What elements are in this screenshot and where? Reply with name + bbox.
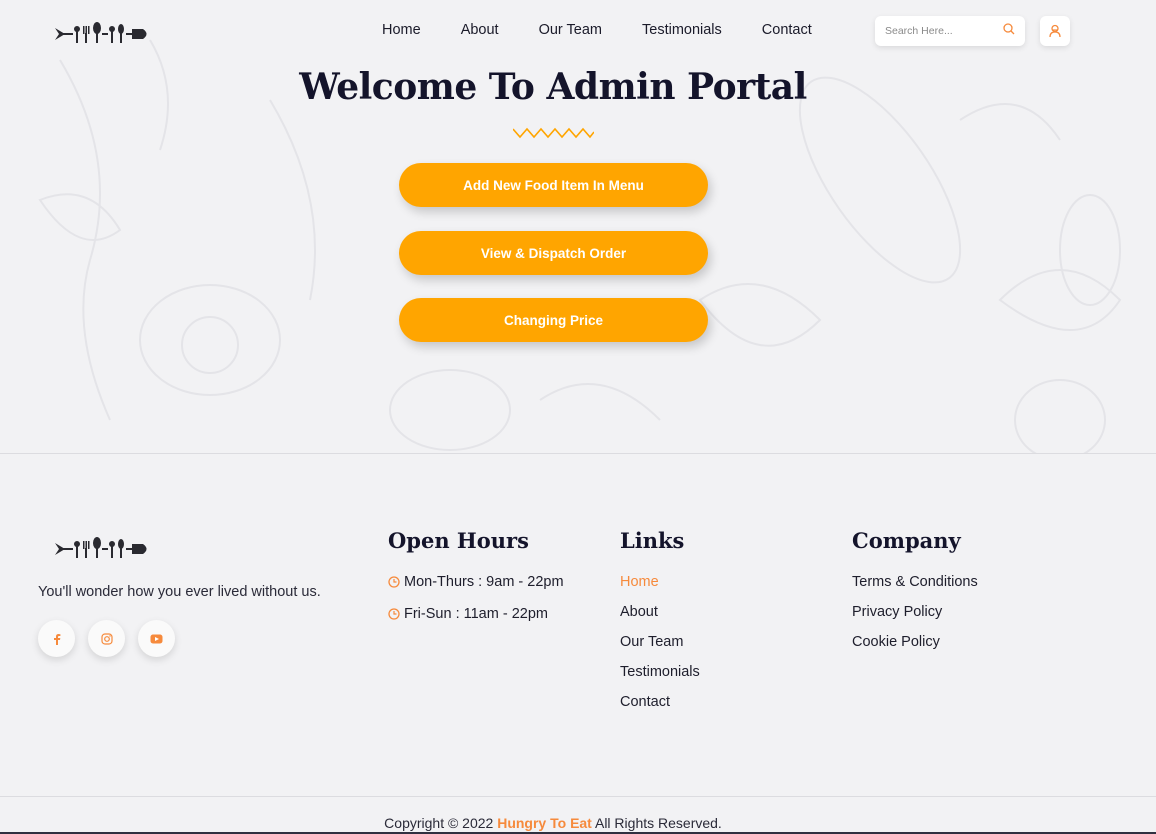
- nav-about[interactable]: About: [461, 21, 499, 39]
- footer-tagline: You'll wonder how you ever lived without…: [38, 584, 321, 600]
- footer-divider: [0, 453, 1156, 454]
- nav-contact[interactable]: Contact: [762, 21, 812, 39]
- footer-link-our-team[interactable]: Our Team: [620, 634, 700, 664]
- company-links-list: Terms & Conditions Privacy Policy Cookie…: [852, 574, 978, 664]
- clock-icon: [388, 576, 400, 588]
- list-item: Mon-Thurs : 9am - 22pm: [388, 566, 564, 598]
- page-title: Welcome To Admin Portal: [299, 66, 807, 108]
- copyright-suffix: All Rights Reserved.: [594, 815, 722, 831]
- hours-text: Fri-Sun : 11am - 22pm: [404, 605, 548, 622]
- logo-icon: [55, 537, 147, 558]
- facebook-link[interactable]: [38, 620, 75, 657]
- search-icon[interactable]: [1003, 22, 1015, 40]
- youtube-icon: [150, 634, 163, 643]
- footer-link-contact[interactable]: Contact: [620, 694, 700, 724]
- open-hours-list: Mon-Thurs : 9am - 22pm Fri-Sun : 11am - …: [388, 566, 564, 630]
- hours-text: Mon-Thurs : 9am - 22pm: [404, 573, 564, 590]
- main-nav: Home About Our Team Testimonials Contact: [382, 21, 852, 39]
- search-box: [875, 16, 1025, 46]
- youtube-link[interactable]: [138, 620, 175, 657]
- copyright-divider: [0, 796, 1156, 797]
- footer-link-home[interactable]: Home: [620, 574, 700, 604]
- footer-links-list: Home About Our Team Testimonials Contact: [620, 574, 700, 724]
- facebook-icon: [53, 633, 60, 645]
- instagram-icon: [100, 632, 113, 645]
- changing-price-button[interactable]: Changing Price: [399, 298, 708, 342]
- instagram-link[interactable]: [88, 620, 125, 657]
- footer-logo[interactable]: [55, 535, 150, 563]
- footer-link-testimonials[interactable]: Testimonials: [620, 664, 700, 694]
- nav-home[interactable]: Home: [382, 21, 421, 39]
- brand-link[interactable]: Hungry To Eat: [497, 815, 592, 831]
- zigzag-decoration: [513, 127, 594, 139]
- add-food-item-button[interactable]: Add New Food Item In Menu: [399, 163, 708, 207]
- footer-link-about[interactable]: About: [620, 604, 700, 634]
- footer-link-terms[interactable]: Terms & Conditions: [852, 574, 978, 604]
- footer-link-cookie[interactable]: Cookie Policy: [852, 634, 978, 664]
- links-title: Links: [620, 528, 685, 553]
- user-button[interactable]: [1040, 16, 1070, 46]
- footer-link-privacy[interactable]: Privacy Policy: [852, 604, 978, 634]
- search-input[interactable]: [885, 25, 995, 37]
- copyright-prefix: Copyright © 2022: [384, 815, 494, 831]
- nav-our-team[interactable]: Our Team: [539, 21, 602, 39]
- logo-icon: [55, 22, 147, 43]
- user-icon: [1049, 24, 1061, 38]
- list-item: Fri-Sun : 11am - 22pm: [388, 598, 564, 630]
- view-dispatch-order-button[interactable]: View & Dispatch Order: [399, 231, 708, 275]
- open-hours-title: Open Hours: [388, 528, 529, 553]
- nav-testimonials[interactable]: Testimonials: [642, 21, 722, 39]
- copyright: Copyright © 2022 Hungry To Eat All Right…: [0, 815, 1106, 831]
- clock-icon: [388, 608, 400, 620]
- site-logo[interactable]: [55, 20, 150, 48]
- company-title: Company: [852, 528, 961, 553]
